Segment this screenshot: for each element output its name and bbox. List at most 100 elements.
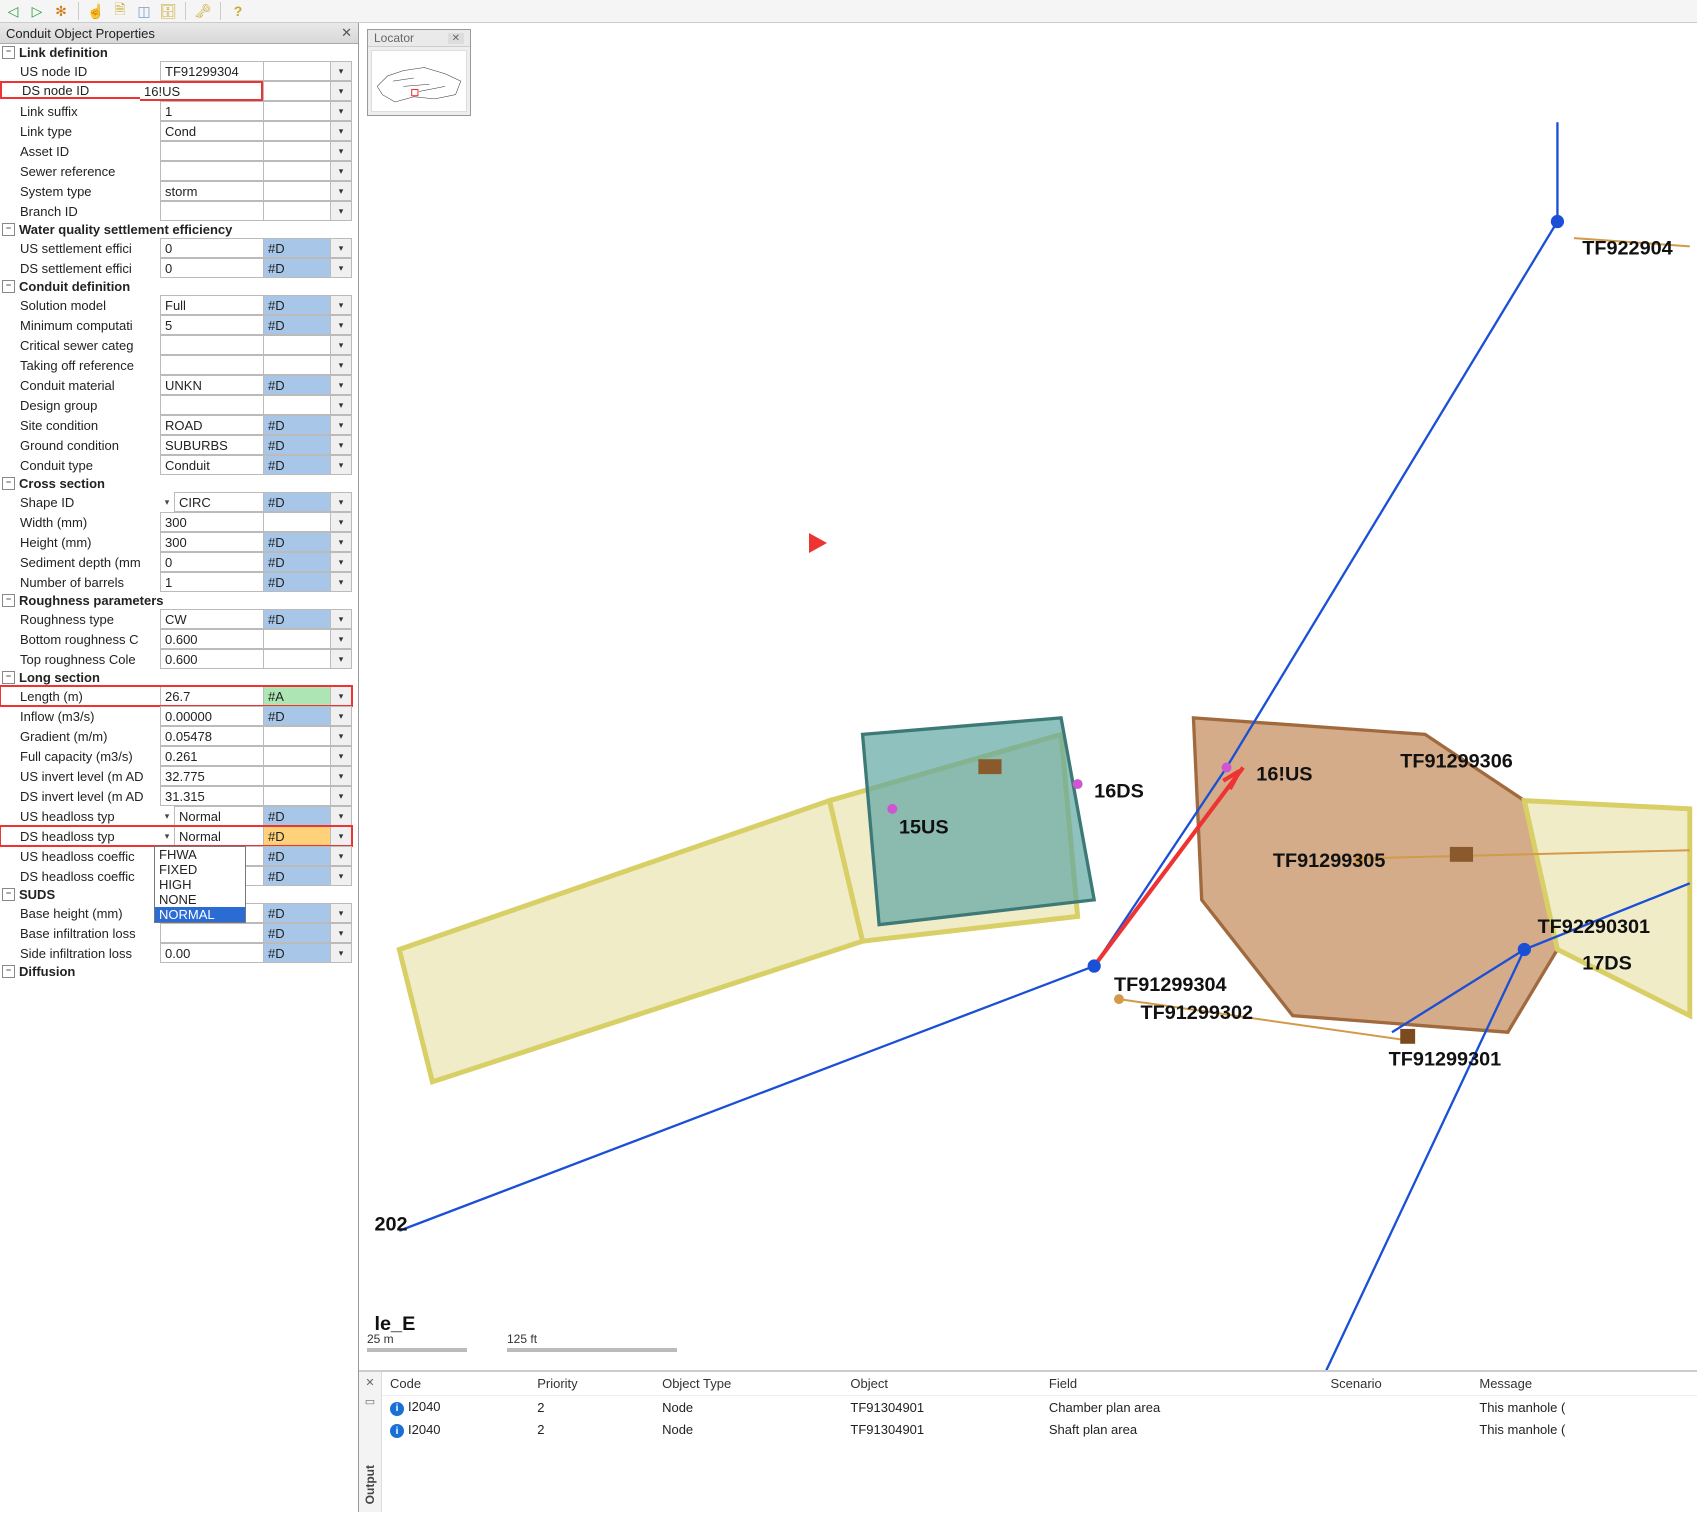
flag-cell[interactable]: #D (263, 492, 330, 512)
dropdown-option[interactable]: FHWA (155, 847, 245, 862)
dropdown-icon[interactable]: ▾ (330, 943, 352, 963)
dropdown-icon[interactable]: ▾ (330, 866, 352, 886)
dropdown-option[interactable]: NONE (155, 892, 245, 907)
flag-cell[interactable]: #D (263, 846, 330, 866)
property-value[interactable]: 0.261 (160, 746, 263, 766)
property-value[interactable]: 32.775 (160, 766, 263, 786)
property-value[interactable]: TF91299304 (160, 61, 263, 81)
property-value[interactable]: CW (160, 609, 263, 629)
property-value[interactable] (160, 201, 263, 221)
message-table[interactable]: CodePriorityObject TypeObjectFieldScenar… (382, 1372, 1697, 1512)
locator-window[interactable]: Locator ✕ (367, 29, 471, 116)
sheet-icon[interactable]: ◫ (135, 2, 153, 20)
section-header[interactable]: −Long section (0, 669, 352, 686)
help-icon[interactable]: ? (229, 2, 247, 20)
flag-cell[interactable] (263, 629, 330, 649)
dropdown-icon[interactable]: ▾ (330, 415, 352, 435)
flag-cell[interactable] (263, 181, 330, 201)
property-value[interactable]: Normal (174, 826, 263, 846)
message-row[interactable]: iI20402NodeTF91304901Chamber plan areaTh… (382, 1396, 1697, 1419)
dropdown-icon[interactable]: ▾ (330, 435, 352, 455)
property-value[interactable]: Full (160, 295, 263, 315)
column-header[interactable]: Scenario (1322, 1372, 1471, 1396)
flag-cell[interactable]: #D (263, 806, 330, 826)
dropdown-icon[interactable]: ▾ (330, 923, 352, 943)
flag-cell[interactable]: #D (263, 455, 330, 475)
collapse-icon[interactable]: − (2, 888, 15, 901)
flag-cell[interactable]: #D (263, 315, 330, 335)
property-value[interactable]: 0 (160, 552, 263, 572)
property-value[interactable]: 300 (160, 512, 263, 532)
property-value[interactable]: SUBURBS (160, 435, 263, 455)
dropdown-icon[interactable]: ▾ (330, 395, 352, 415)
flag-cell[interactable]: #D (263, 552, 330, 572)
flag-cell[interactable] (263, 335, 330, 355)
dropdown-icon[interactable]: ▾ (330, 686, 352, 706)
dropdown-icon[interactable]: ▾ (330, 315, 352, 335)
flag-cell[interactable] (263, 395, 330, 415)
dropdown-icon[interactable]: ▾ (330, 746, 352, 766)
dropdown-icon[interactable]: ▾ (330, 61, 352, 81)
column-header[interactable]: Message (1471, 1372, 1697, 1396)
section-header[interactable]: −Diffusion (0, 963, 352, 980)
message-row[interactable]: iI20402NodeTF91304901Shaft plan areaThis… (382, 1419, 1697, 1442)
chevron-down-icon[interactable]: ▾ (160, 806, 174, 826)
nav-fwd-icon[interactable]: ▷ (28, 2, 46, 20)
property-value[interactable] (160, 335, 263, 355)
flag-cell[interactable] (263, 512, 330, 532)
section-header[interactable]: −Cross section (0, 475, 352, 492)
dropdown-icon[interactable]: ▾ (330, 806, 352, 826)
section-header[interactable]: −Roughness parameters (0, 592, 352, 609)
map-canvas[interactable]: Locator ✕ (359, 23, 1697, 1512)
flag-cell[interactable]: #D (263, 435, 330, 455)
flag-cell[interactable] (263, 746, 330, 766)
property-value[interactable]: 31.315 (160, 786, 263, 806)
pointer-icon[interactable]: ☝ (87, 2, 105, 20)
collapse-icon[interactable]: − (2, 671, 15, 684)
collapse-icon[interactable]: − (2, 46, 15, 59)
dropdown-icon[interactable]: ▾ (330, 726, 352, 746)
flag-cell[interactable] (263, 649, 330, 669)
property-value[interactable]: 0.05478 (160, 726, 263, 746)
flag-cell[interactable]: #D (263, 572, 330, 592)
dropdown-icon[interactable]: ▾ (330, 609, 352, 629)
dropdown-icon[interactable]: ▾ (330, 826, 352, 846)
dropdown-icon[interactable]: ▾ (330, 81, 352, 101)
db-icon[interactable]: 🗄 (159, 2, 177, 20)
dropdown-icon[interactable]: ▾ (330, 121, 352, 141)
dropdown-icon[interactable]: ▾ (330, 512, 352, 532)
chevron-down-icon[interactable]: ▾ (160, 826, 174, 846)
property-value[interactable]: 1 (160, 572, 263, 592)
dropdown-icon[interactable]: ▾ (330, 846, 352, 866)
gear-icon[interactable]: ✻ (52, 2, 70, 20)
property-value[interactable]: 0 (160, 258, 263, 278)
flag-cell[interactable]: #D (263, 238, 330, 258)
property-value[interactable] (160, 923, 263, 943)
property-value[interactable]: 300 (160, 532, 263, 552)
flag-cell[interactable] (263, 101, 330, 121)
property-value[interactable]: 0.600 (160, 649, 263, 669)
dropdown-icon[interactable]: ▾ (330, 492, 352, 512)
property-value[interactable] (160, 161, 263, 181)
dropdown-icon[interactable]: ▾ (330, 649, 352, 669)
network-map[interactable]: TF922904 15US 16DS 16!US TF91299306 TF91… (359, 23, 1697, 1512)
dropdown-option[interactable]: NORMAL (155, 907, 245, 922)
property-value[interactable] (160, 141, 263, 161)
flag-cell[interactable]: #D (263, 826, 330, 846)
property-value[interactable]: 0 (160, 238, 263, 258)
flag-cell[interactable] (263, 786, 330, 806)
chevron-down-icon[interactable]: ▾ (160, 492, 174, 512)
column-header[interactable]: Object (842, 1372, 1040, 1396)
dropdown-icon[interactable]: ▾ (330, 181, 352, 201)
flag-cell[interactable] (263, 81, 330, 101)
collapse-icon[interactable]: − (2, 965, 15, 978)
dropdown-icon[interactable]: ▾ (330, 629, 352, 649)
output-tab[interactable]: Output (363, 1465, 377, 1504)
doc-icon[interactable]: 🗎 (111, 2, 129, 20)
property-value[interactable] (160, 355, 263, 375)
dropdown-icon[interactable]: ▾ (330, 706, 352, 726)
section-header[interactable]: −Conduit definition (0, 278, 352, 295)
property-value[interactable]: 5 (160, 315, 263, 335)
collapse-icon[interactable]: − (2, 594, 15, 607)
collapse-icon[interactable]: − (2, 477, 15, 490)
